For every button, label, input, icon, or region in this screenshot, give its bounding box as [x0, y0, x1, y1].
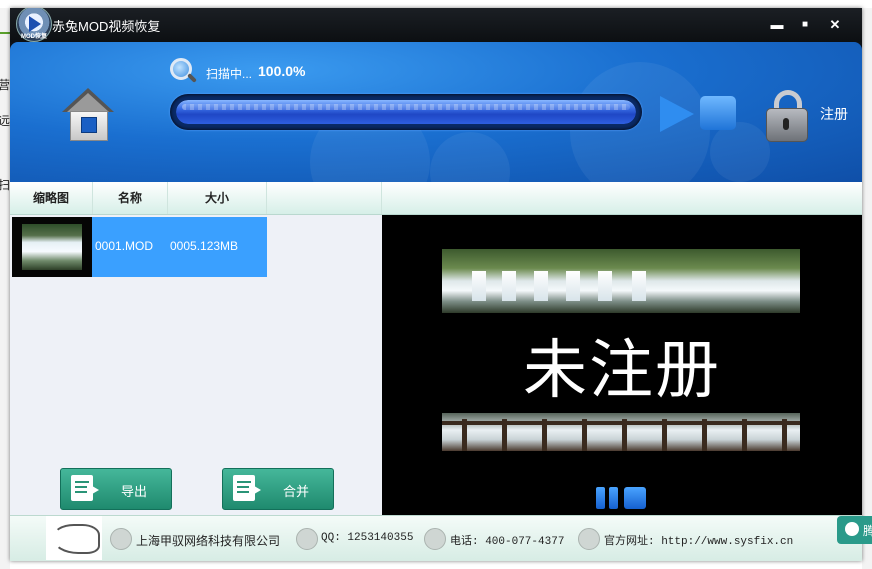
- video-preview: 未注册: [382, 215, 862, 515]
- column-name[interactable]: 名称: [93, 182, 168, 214]
- close-button[interactable]: ✕: [824, 14, 846, 36]
- app-logo-icon: MOD恢复: [16, 8, 52, 42]
- app-window: MOD恢复 赤兔MOD视频恢复 ▬ ■ ✕ 扫描中... 100.0% 注册 缩…: [10, 8, 862, 561]
- background-app-right: [862, 8, 872, 569]
- merge-label: 合并: [283, 484, 310, 499]
- column-thumbnail[interactable]: 缩略图: [10, 182, 93, 214]
- minimize-button[interactable]: ▬: [766, 14, 788, 36]
- home-icon[interactable]: [62, 88, 114, 142]
- progress-track: [176, 100, 636, 124]
- register-button[interactable]: 注册: [820, 104, 848, 124]
- side-badge[interactable]: 腾: [837, 516, 872, 544]
- preview-stop-icon[interactable]: [624, 487, 646, 509]
- video-thumbnail: [12, 217, 92, 277]
- file-size: 0005.123MB: [170, 239, 239, 253]
- export-button[interactable]: 导出: [60, 468, 172, 510]
- footer-bar: 上海甲驭网络科技有限公司 QQ: 1253140355 电话: 400-077-…: [10, 515, 862, 561]
- lock-icon[interactable]: [766, 90, 808, 142]
- column-spacer: [267, 182, 382, 214]
- scan-status-label: 扫描中...: [206, 67, 253, 81]
- globe-icon: [578, 528, 600, 550]
- merge-button[interactable]: 合并: [222, 468, 334, 510]
- badge-icon: [845, 522, 859, 536]
- window-title: 赤兔MOD视频恢复: [52, 19, 161, 34]
- preview-frame-top: [442, 249, 800, 313]
- unregistered-watermark: 未注册: [523, 334, 721, 408]
- title-bar[interactable]: MOD恢复 赤兔MOD视频恢复 ▬ ■ ✕: [10, 8, 862, 42]
- side-badge-label: 腾: [863, 524, 872, 538]
- pause-icon[interactable]: [596, 487, 620, 509]
- qq-icon: [296, 528, 318, 550]
- background-app-left: 营 远 扫: [0, 8, 10, 569]
- progress-fill: [176, 100, 636, 124]
- company-logo: [46, 516, 102, 560]
- phone-number: 电话: 400-077-4377: [450, 536, 565, 548]
- desktop-background: [0, 0, 872, 8]
- bg-fragment: 扫: [0, 178, 11, 192]
- bg-fragment: 营: [0, 78, 11, 92]
- list-header: 缩略图 名称 大小: [10, 182, 862, 215]
- company-name: 上海甲驭网络科技有限公司: [136, 534, 281, 548]
- scan-progress-bar: [170, 94, 642, 130]
- toolbar-header: 扫描中... 100.0% 注册: [10, 42, 862, 182]
- bg-fragment: 远: [0, 114, 11, 128]
- search-icon: [170, 58, 197, 83]
- export-label: 导出: [121, 484, 148, 499]
- maximize-button[interactable]: ■: [794, 14, 816, 36]
- website-link[interactable]: 官方网址: http://www.sysfix.cn: [604, 532, 793, 548]
- table-row[interactable]: 0001.MOD 0005.123MB: [12, 217, 267, 277]
- phone-icon: [424, 528, 446, 550]
- company-icon: [110, 528, 132, 550]
- scan-percent: 100.0%: [258, 63, 306, 79]
- stop-icon[interactable]: [700, 96, 736, 130]
- preview-frame-bottom: [442, 413, 800, 451]
- app-logo-text: MOD恢复: [21, 34, 47, 40]
- qq-number: QQ: 1253140355: [321, 532, 414, 544]
- column-size[interactable]: 大小: [168, 182, 267, 214]
- file-name: 0001.MOD: [95, 239, 154, 253]
- play-icon[interactable]: [660, 96, 694, 132]
